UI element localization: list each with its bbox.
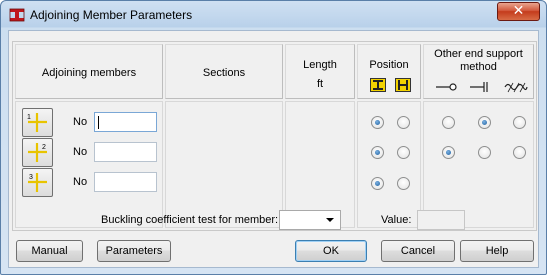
member-3-button[interactable]: 3 xyxy=(22,168,53,197)
position-column xyxy=(357,101,421,228)
dialog-window: Adjoining Member Parameters ✕ Adjoining … xyxy=(0,0,547,275)
close-button[interactable]: ✕ xyxy=(497,2,540,21)
i-beam-icon xyxy=(370,78,386,92)
member-2-diagram-icon: 2 xyxy=(28,143,47,162)
ok-button[interactable]: OK xyxy=(295,240,367,262)
header-adjoining-members: Adjoining members xyxy=(15,44,163,99)
header-position-label: Position xyxy=(369,59,409,71)
close-icon: ✕ xyxy=(512,3,525,19)
text-caret xyxy=(98,116,99,129)
member-1-input[interactable] xyxy=(94,112,157,132)
member-3-diagram-icon: 3 xyxy=(28,173,47,192)
buckling-test-label: Buckling coefficient test for member: xyxy=(101,214,279,226)
help-button[interactable]: Help xyxy=(460,240,534,262)
length-column xyxy=(285,101,355,228)
member-2-input[interactable] xyxy=(94,142,157,162)
member-1-support-roller-radio[interactable] xyxy=(478,116,491,129)
sections-column xyxy=(165,101,283,228)
value-label: Value: xyxy=(381,214,412,226)
member-1-number: 1 xyxy=(27,114,31,121)
member-2-number: 2 xyxy=(42,144,46,151)
members-table: Adjoining members Sections Length ft Pos… xyxy=(12,41,537,231)
header-position: Position xyxy=(357,44,421,99)
value-field xyxy=(417,210,465,230)
header-other-end-support: Other end support method xyxy=(423,44,534,99)
member-2-position-i-radio[interactable] xyxy=(371,146,384,159)
dialog-client-area: Adjoining members Sections Length ft Pos… xyxy=(8,30,539,268)
member-2-support-roller-radio[interactable] xyxy=(478,146,491,159)
header-length: Length ft xyxy=(285,44,355,99)
pinned-support-icon xyxy=(436,83,457,91)
fixed-support-icon xyxy=(504,82,528,93)
cancel-button[interactable]: Cancel xyxy=(381,240,455,262)
header-adjoining-members-label: Adjoining members xyxy=(41,67,137,79)
member-1-label: No xyxy=(73,116,88,128)
adjoining-members-column: 1 No 2 No 3 No xyxy=(15,101,163,228)
window-title: Adjoining Member Parameters xyxy=(30,8,193,22)
h-beam-icon xyxy=(395,78,411,92)
member-3-position-i-radio[interactable] xyxy=(371,177,384,190)
member-1-position-h-radio[interactable] xyxy=(397,116,410,129)
member-1-support-pinned-radio[interactable] xyxy=(442,116,455,129)
header-length-unit: ft xyxy=(316,78,324,90)
member-2-label: No xyxy=(73,146,88,158)
member-3-input[interactable] xyxy=(94,172,157,192)
header-other-end-label-line1: Other end support xyxy=(434,48,523,60)
member-2-support-pinned-radio[interactable] xyxy=(442,146,455,159)
chevron-down-icon xyxy=(326,218,334,222)
member-1-support-fixed-radio[interactable] xyxy=(513,116,526,129)
member-3-number: 3 xyxy=(29,174,33,181)
parameters-button[interactable]: Parameters xyxy=(97,240,171,262)
roller-support-icon xyxy=(470,82,488,92)
member-1-position-i-radio[interactable] xyxy=(371,116,384,129)
header-length-label: Length xyxy=(303,59,337,71)
member-1-button[interactable]: 1 xyxy=(22,108,53,137)
member-2-button[interactable]: 2 xyxy=(22,138,53,167)
app-logo-icon xyxy=(9,8,25,22)
member-2-support-fixed-radio[interactable] xyxy=(513,146,526,159)
other-end-support-column xyxy=(423,101,534,228)
header-other-end-label-line2: method xyxy=(460,61,497,73)
member-1-diagram-icon: 1 xyxy=(27,113,47,132)
header-sections-label: Sections xyxy=(202,67,246,79)
title-bar[interactable]: Adjoining Member Parameters ✕ xyxy=(1,1,546,29)
buckling-member-select[interactable] xyxy=(279,210,341,230)
manual-button[interactable]: Manual xyxy=(16,240,83,262)
member-2-position-h-radio[interactable] xyxy=(397,146,410,159)
member-3-position-h-radio[interactable] xyxy=(397,177,410,190)
header-sections: Sections xyxy=(165,44,283,99)
member-3-label: No xyxy=(73,176,88,188)
